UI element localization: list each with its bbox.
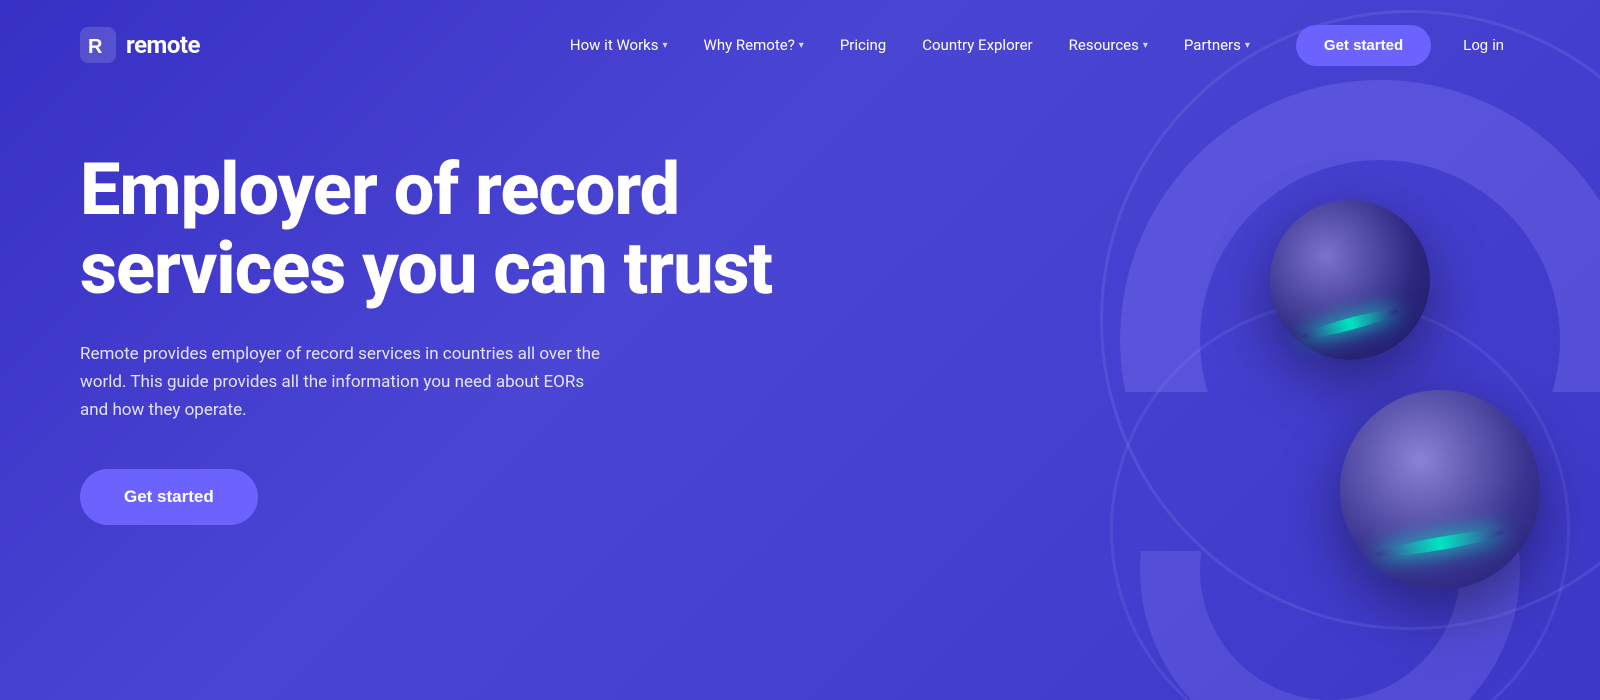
navbar: R remote How it Works ▾ Why Remote? ▾ Pr… [0,0,1600,90]
chevron-down-icon-how: ▾ [663,40,668,51]
svg-text:R: R [88,36,103,58]
nav-item-country-explorer[interactable]: Country Explorer [908,28,1046,62]
nav-actions: Get started Log in [1296,25,1520,66]
nav-item-why-remote[interactable]: Why Remote? ▾ [690,28,818,62]
get-started-hero-button[interactable]: Get started [80,469,258,525]
nav-label-country-explorer: Country Explorer [922,36,1032,54]
remote-r-icon: R [80,27,116,63]
chevron-down-icon-partners: ▾ [1245,40,1250,51]
hero-subtext: Remote provides employer of record servi… [80,340,610,424]
nav-item-partners[interactable]: Partners ▾ [1170,28,1264,62]
nav-label-how-it-works: How it Works [570,36,659,54]
chevron-down-icon-why: ▾ [799,40,804,51]
nav-item-resources[interactable]: Resources ▾ [1055,28,1162,62]
nav-item-pricing[interactable]: Pricing [826,28,900,62]
logo-area[interactable]: R remote [80,27,200,63]
nav-label-partners: Partners [1184,36,1241,54]
nav-label-resources: Resources [1069,36,1139,54]
nav-item-how-it-works[interactable]: How it Works ▾ [556,28,682,62]
logo-text: remote [126,31,200,59]
chevron-down-icon-resources: ▾ [1143,40,1148,51]
nav-label-why-remote: Why Remote? [704,36,795,54]
hero-headline: Employer of record services you can trus… [80,150,860,308]
login-button[interactable]: Log in [1447,25,1520,66]
hero-section: Employer of record services you can trus… [0,90,1600,525]
nav-links: How it Works ▾ Why Remote? ▾ Pricing Cou… [556,28,1264,62]
nav-label-pricing: Pricing [840,36,886,54]
get-started-nav-button[interactable]: Get started [1296,25,1431,66]
page-wrapper: R remote How it Works ▾ Why Remote? ▾ Pr… [0,0,1600,700]
